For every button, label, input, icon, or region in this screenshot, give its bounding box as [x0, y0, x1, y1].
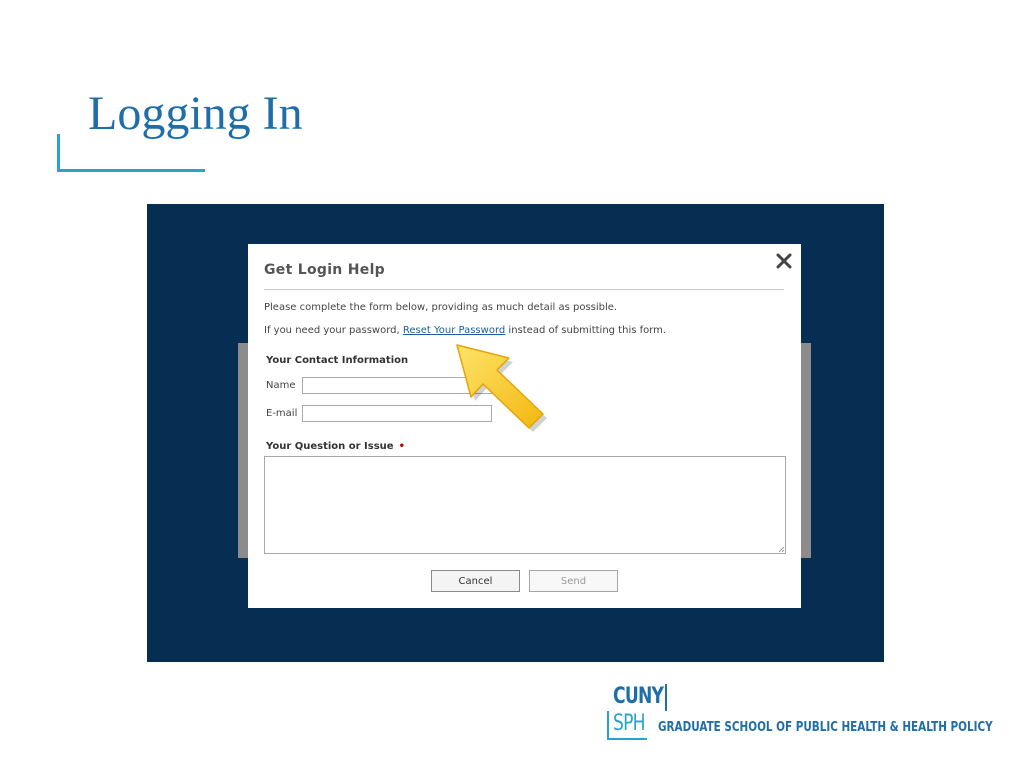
reset-password-link[interactable]: Reset Your Password — [403, 325, 505, 336]
logo-frame-top — [665, 684, 667, 711]
logo-sph: SPH — [613, 711, 646, 736]
dialog-title: Get Login Help — [264, 262, 385, 278]
close-icon-glyph — [776, 253, 792, 269]
login-help-dialog: Get Login Help Please complete the form … — [248, 244, 801, 608]
cancel-button[interactable]: Cancel — [431, 570, 520, 592]
title-accent-bar — [57, 134, 60, 172]
dialog-divider — [264, 289, 784, 290]
password-help-text: If you need your password, Reset Your Pa… — [264, 325, 666, 336]
title-accent-underline — [57, 169, 205, 172]
intro-text: Please complete the form below, providin… — [264, 302, 618, 313]
close-icon[interactable] — [775, 252, 793, 270]
logo-school-name: GRADUATE SCHOOL OF PUBLIC HEALTH & HEALT… — [658, 720, 993, 735]
logo-frame-bottom — [607, 738, 647, 740]
name-label: Name — [266, 380, 296, 391]
arrow-icon — [456, 344, 547, 432]
password-help-prefix: If you need your password, — [264, 325, 403, 336]
screenshot-frame: Get Login Help Please complete the form … — [147, 204, 884, 662]
resize-grip-icon[interactable] — [778, 546, 785, 553]
contact-section-heading: Your Contact Information — [266, 355, 409, 366]
logo-frame-left — [607, 711, 609, 740]
required-mark: • — [398, 441, 405, 452]
logo-cuny: CUNY — [613, 684, 664, 709]
issue-textarea[interactable] — [264, 456, 786, 554]
cuny-sph-logo: CUNY SPH GRADUATE SCHOOL OF PUBLIC HEALT… — [607, 684, 993, 744]
issue-section-heading: Your Question or Issue • — [266, 441, 405, 452]
issue-section-label: Your Question or Issue — [266, 441, 394, 452]
email-label: E-mail — [266, 408, 298, 419]
send-button[interactable]: Send — [529, 570, 618, 592]
slide-title: Logging In — [88, 87, 303, 140]
password-help-suffix: instead of submitting this form. — [505, 325, 667, 336]
